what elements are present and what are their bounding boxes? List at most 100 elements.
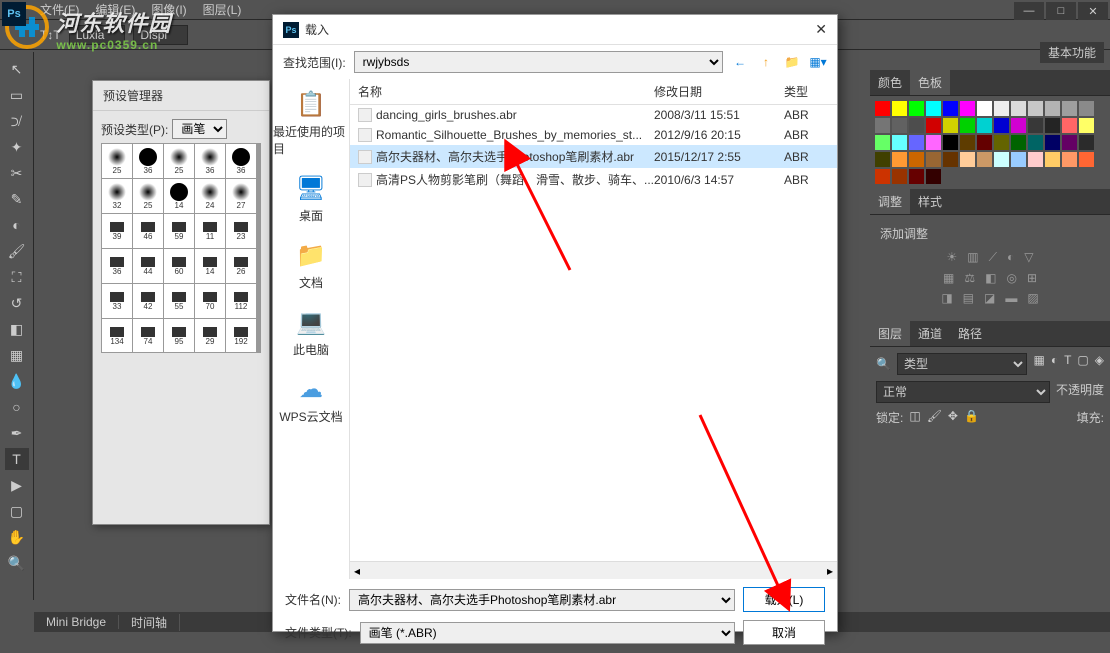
- col-date[interactable]: 修改日期: [654, 83, 784, 100]
- scroll-right-icon[interactable]: ▸: [827, 564, 833, 578]
- filename-field[interactable]: 高尔夫器材、高尔夫选手Photoshop笔刷素材.abr: [349, 589, 735, 611]
- swatch[interactable]: [1079, 101, 1094, 116]
- brush-preset[interactable]: 36: [102, 249, 132, 283]
- swatch[interactable]: [943, 152, 958, 167]
- channel-mixer-icon[interactable]: ⊞: [1027, 271, 1037, 285]
- vibrance-icon[interactable]: ▽: [1024, 250, 1033, 265]
- selective-color-icon[interactable]: ▨: [1027, 291, 1038, 305]
- brightness-icon[interactable]: ☀: [947, 250, 958, 265]
- swatch[interactable]: [1045, 118, 1060, 133]
- maximize-button[interactable]: □: [1046, 2, 1076, 20]
- layer-filter-type[interactable]: 类型: [897, 353, 1028, 375]
- swatch[interactable]: [909, 152, 924, 167]
- hand-tool[interactable]: ✋: [5, 526, 29, 548]
- timeline-tab[interactable]: 时间轴: [119, 614, 180, 631]
- filter-type-icon[interactable]: T: [1064, 353, 1071, 375]
- brush-preset[interactable]: 27: [226, 179, 256, 213]
- sidebar-documents[interactable]: 📁文档: [293, 240, 329, 291]
- swatch[interactable]: [1079, 135, 1094, 150]
- brush-preset[interactable]: 42: [133, 284, 163, 318]
- file-row[interactable]: dancing_girls_brushes.abr2008/3/11 15:51…: [350, 105, 837, 125]
- sidebar-desktop[interactable]: 🖥桌面: [293, 173, 329, 224]
- threshold-icon[interactable]: ◪: [984, 291, 995, 305]
- rectangle-tool[interactable]: ▢: [5, 500, 29, 522]
- swatch[interactable]: [1062, 101, 1077, 116]
- swatch[interactable]: [892, 118, 907, 133]
- brush-preset[interactable]: 36: [226, 144, 256, 178]
- display-button[interactable]: Displ: [133, 25, 188, 45]
- lasso-tool[interactable]: ⟉: [5, 110, 29, 132]
- marquee-tool[interactable]: ▭: [5, 84, 29, 106]
- swatch[interactable]: [977, 152, 992, 167]
- horizontal-scrollbar[interactable]: ◂ ▸: [350, 561, 837, 579]
- swatch[interactable]: [1028, 135, 1043, 150]
- swatch[interactable]: [1045, 152, 1060, 167]
- paths-tab[interactable]: 路径: [950, 321, 990, 346]
- cancel-button[interactable]: 取消: [743, 620, 825, 645]
- swatch[interactable]: [1028, 101, 1043, 116]
- minimize-button[interactable]: —: [1014, 2, 1044, 20]
- brush-preset[interactable]: 60: [164, 249, 194, 283]
- swatch[interactable]: [1028, 118, 1043, 133]
- brush-preset[interactable]: 33: [102, 284, 132, 318]
- filter-pixel-icon[interactable]: ▦: [1033, 353, 1044, 375]
- swatch[interactable]: [926, 169, 941, 184]
- swatch[interactable]: [1079, 118, 1094, 133]
- bw-icon[interactable]: ◧: [985, 271, 996, 285]
- swatch[interactable]: [926, 152, 941, 167]
- swatch[interactable]: [1011, 152, 1026, 167]
- styles-tab[interactable]: 样式: [910, 189, 950, 214]
- swatch[interactable]: [1079, 152, 1094, 167]
- new-folder-icon[interactable]: 📁: [783, 53, 801, 71]
- brush-preset[interactable]: 25: [164, 144, 194, 178]
- brush-preset[interactable]: 74: [133, 319, 163, 353]
- menu-file[interactable]: 文件(F): [40, 1, 79, 18]
- file-row[interactable]: Romantic_Silhouette_Brushes_by_memories_…: [350, 125, 837, 145]
- swatch[interactable]: [943, 135, 958, 150]
- swatch[interactable]: [875, 169, 890, 184]
- swatch[interactable]: [1062, 135, 1077, 150]
- swatch[interactable]: [1011, 135, 1026, 150]
- menu-edit[interactable]: 编辑(E): [95, 1, 135, 18]
- view-icon[interactable]: ▦▾: [809, 53, 827, 71]
- brush-preset[interactable]: 11: [195, 214, 225, 248]
- layers-tab[interactable]: 图层: [870, 321, 910, 346]
- filter-shape-icon[interactable]: ▢: [1077, 353, 1088, 375]
- file-row[interactable]: 高清PS人物剪影笔刷（舞蹈、滑雪、散步、骑车、...2010/6/3 14:57…: [350, 168, 837, 191]
- dodge-tool[interactable]: ○: [5, 396, 29, 418]
- brush-preset[interactable]: 25: [133, 179, 163, 213]
- lock-position-icon[interactable]: ✥: [948, 409, 958, 426]
- gradient-tool[interactable]: ▦: [5, 344, 29, 366]
- swatch[interactable]: [875, 135, 890, 150]
- dialog-close-button[interactable]: ✕: [815, 21, 827, 38]
- col-name[interactable]: 名称: [358, 83, 654, 100]
- curves-icon[interactable]: ⟋: [989, 250, 997, 265]
- eraser-tool[interactable]: ◧: [5, 318, 29, 340]
- healing-brush-tool[interactable]: ◐: [5, 214, 29, 236]
- swatch[interactable]: [909, 169, 924, 184]
- balance-icon[interactable]: ⚖: [964, 271, 975, 285]
- zoom-tool[interactable]: 🔍: [5, 552, 29, 574]
- file-row[interactable]: 高尔夫器材、高尔夫选手Photoshop笔刷素材.abr2015/12/17 2…: [350, 145, 837, 168]
- blur-tool[interactable]: 💧: [5, 370, 29, 392]
- blend-mode-dropdown[interactable]: 正常: [876, 381, 1050, 403]
- swatch[interactable]: [994, 101, 1009, 116]
- adjustments-tab[interactable]: 调整: [870, 189, 910, 214]
- hue-icon[interactable]: ▦: [943, 271, 954, 285]
- stamp-tool[interactable]: ⛶: [5, 266, 29, 288]
- brush-preset[interactable]: 14: [164, 179, 194, 213]
- swatch[interactable]: [994, 135, 1009, 150]
- brush-preset[interactable]: 59: [164, 214, 194, 248]
- swatch[interactable]: [875, 101, 890, 116]
- sidebar-this-pc[interactable]: 💻此电脑: [293, 307, 329, 358]
- swatch[interactable]: [892, 135, 907, 150]
- exposure-icon[interactable]: ◐: [1007, 250, 1014, 265]
- swatch[interactable]: [943, 101, 958, 116]
- lookin-dropdown[interactable]: rwjybsds: [354, 51, 723, 73]
- workspace-switcher[interactable]: 基本功能: [1040, 42, 1104, 63]
- swatch[interactable]: [892, 101, 907, 116]
- brush-preset[interactable]: 112: [226, 284, 256, 318]
- brush-preset[interactable]: 46: [133, 214, 163, 248]
- preset-type-dropdown[interactable]: 画笔: [172, 119, 227, 139]
- swatch[interactable]: [960, 135, 975, 150]
